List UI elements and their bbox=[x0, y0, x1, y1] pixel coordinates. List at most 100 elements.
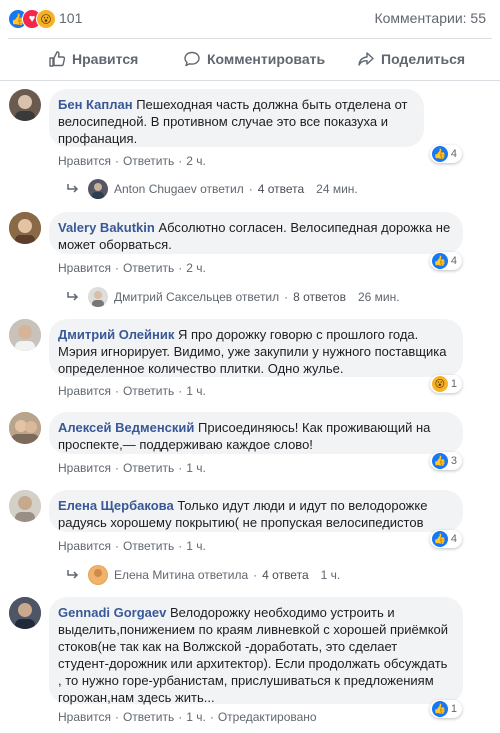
reply-avatar bbox=[88, 565, 108, 585]
reply-arrow-icon bbox=[67, 292, 79, 301]
comment-like-link[interactable]: Нравится bbox=[58, 710, 111, 724]
avatar-image bbox=[9, 412, 41, 444]
avatar-image bbox=[15, 95, 35, 121]
post-actions: Нравится Комментировать Поделиться bbox=[0, 40, 500, 78]
avatar-image bbox=[9, 597, 41, 629]
reply-avatar bbox=[88, 179, 108, 199]
avatar-image bbox=[9, 319, 41, 351]
comment-reactions[interactable]: 👍 1 bbox=[429, 700, 462, 718]
reply-author: Елена Митина bbox=[114, 568, 195, 582]
comment-time[interactable]: 1 ч. bbox=[186, 710, 206, 724]
replies-link[interactable]: Елена Митина ответила · 4 ответа 1 ч. bbox=[66, 565, 340, 585]
comment-reactions[interactable]: 👍 4 bbox=[429, 145, 462, 163]
avatar[interactable] bbox=[9, 490, 41, 522]
edited-label[interactable]: Отредактировано bbox=[218, 710, 317, 724]
comment-like-link[interactable]: Нравится bbox=[58, 154, 111, 168]
comment-reply-link[interactable]: Ответить bbox=[123, 710, 174, 724]
comment-reaction-count: 3 bbox=[450, 455, 457, 467]
comment-bubble: Gennadi Gorgaev Велодорожку необходимо у… bbox=[49, 597, 463, 705]
comment-meta: Нравится · Ответить · 2 ч. bbox=[58, 261, 206, 275]
avatar-image bbox=[9, 212, 41, 244]
avatar[interactable] bbox=[9, 212, 41, 244]
like-reaction-icon: 👍 bbox=[431, 701, 448, 717]
like-reaction-icon: 👍 bbox=[431, 531, 448, 547]
thumbs-up-icon bbox=[49, 51, 66, 67]
comment-like-link[interactable]: Нравится bbox=[58, 384, 111, 398]
share-button-label: Поделиться bbox=[381, 51, 466, 67]
comment-reactions[interactable]: 👍 4 bbox=[429, 252, 462, 270]
comment-reply-link[interactable]: Ответить bbox=[123, 154, 174, 168]
speech-bubble-icon bbox=[184, 51, 200, 67]
comment-time[interactable]: 1 ч. bbox=[186, 539, 206, 553]
reply-time: 26 мин. bbox=[357, 290, 400, 304]
comment-author[interactable]: Елена Щербакова bbox=[58, 498, 174, 513]
comment-time[interactable]: 1 ч. bbox=[186, 384, 206, 398]
comment-reaction-count: 1 bbox=[450, 703, 457, 715]
comment-reply-link[interactable]: Ответить bbox=[123, 384, 174, 398]
separator: · bbox=[114, 384, 119, 398]
comment-author[interactable]: Gennadi Gorgaev bbox=[58, 605, 166, 620]
comment-button[interactable]: Комментировать bbox=[183, 50, 325, 68]
comment-reactions[interactable]: 😮 1 bbox=[429, 375, 462, 393]
comment-reply-link[interactable]: Ответить bbox=[123, 539, 174, 553]
separator: · bbox=[114, 261, 119, 275]
replies-link[interactable]: Дмитрий Саксельцев ответил · 8 ответов 26 м… bbox=[66, 287, 400, 307]
comment-like-link[interactable]: Нравится bbox=[58, 261, 111, 275]
comment-bubble: Дмитрий Олейник Я про дорожку говорю с п… bbox=[49, 319, 463, 377]
separator: · bbox=[178, 710, 183, 724]
separator: · bbox=[253, 568, 258, 582]
avatar[interactable] bbox=[9, 319, 41, 351]
reply-avatar bbox=[88, 287, 108, 307]
comments-count[interactable]: Комментарии: 55 bbox=[374, 10, 486, 26]
comment-meta: Нравится · Ответить · 2 ч. bbox=[58, 154, 206, 168]
separator: · bbox=[114, 539, 119, 553]
comment-meta: Нравится · Ответить · 1 ч. bbox=[58, 384, 206, 398]
comment-reply-link[interactable]: Ответить bbox=[123, 261, 174, 275]
reply-author: Дмитрий Саксельцев bbox=[114, 290, 233, 304]
reaction-count[interactable]: 101 bbox=[59, 10, 82, 26]
separator: · bbox=[284, 290, 289, 304]
comment-meta: Нравится · Ответить · 1 ч. bbox=[58, 461, 206, 475]
avatar[interactable] bbox=[9, 597, 41, 629]
comment-reactions[interactable]: 👍 4 bbox=[429, 530, 462, 548]
avatar[interactable] bbox=[9, 412, 41, 444]
avatar[interactable] bbox=[9, 89, 41, 121]
comment-button-label: Комментировать bbox=[207, 51, 326, 67]
separator: · bbox=[178, 461, 183, 475]
reactions-summary-bar: 👍 ♥ 😮 101 Комментарии: 55 bbox=[0, 0, 500, 38]
comment-reaction-count: 4 bbox=[450, 533, 457, 545]
separator: · bbox=[178, 261, 183, 275]
separator: · bbox=[178, 154, 183, 168]
separator: · bbox=[248, 182, 253, 196]
comment-reaction-count: 4 bbox=[450, 148, 457, 160]
avatar-image bbox=[9, 490, 41, 522]
wow-reaction-icon: 😮 bbox=[36, 9, 56, 29]
comment-like-link[interactable]: Нравится bbox=[58, 461, 111, 475]
comment-author[interactable]: Алексей Ведменский bbox=[58, 420, 194, 435]
like-reaction-icon: 👍 bbox=[431, 453, 448, 469]
comment-time[interactable]: 2 ч. bbox=[186, 154, 206, 168]
like-button[interactable]: Нравится bbox=[48, 50, 138, 68]
like-reaction-icon: 👍 bbox=[431, 253, 448, 269]
separator: · bbox=[178, 384, 183, 398]
comment-like-link[interactable]: Нравится bbox=[58, 539, 111, 553]
comment-time[interactable]: 2 ч. bbox=[186, 261, 206, 275]
comment-meta: Нравится · Ответить · 1 ч. bbox=[58, 539, 206, 553]
reply-verb: ответил bbox=[200, 182, 244, 196]
separator: · bbox=[209, 710, 214, 724]
comment-bubble: Бен Каплан Пешеходная часть должна быть … bbox=[49, 89, 424, 147]
reply-count: 4 ответа bbox=[262, 568, 309, 582]
replies-link[interactable]: Anton Chugaev ответил · 4 ответа 24 мин. bbox=[66, 179, 358, 199]
divider bbox=[8, 38, 492, 39]
comment-author[interactable]: Бен Каплан bbox=[58, 97, 133, 112]
separator: · bbox=[114, 710, 119, 724]
comment-reaction-count: 4 bbox=[450, 255, 457, 267]
comment-author[interactable]: Дмитрий Олейник bbox=[58, 327, 174, 342]
separator: · bbox=[114, 461, 119, 475]
comment-reactions[interactable]: 👍 3 bbox=[429, 452, 462, 470]
reply-time: 1 ч. bbox=[320, 568, 341, 582]
share-button[interactable]: Поделиться bbox=[357, 50, 465, 68]
comment-reply-link[interactable]: Ответить bbox=[123, 461, 174, 475]
comment-author[interactable]: Valery Bakutkin bbox=[58, 220, 155, 235]
comment-time[interactable]: 1 ч. bbox=[186, 461, 206, 475]
